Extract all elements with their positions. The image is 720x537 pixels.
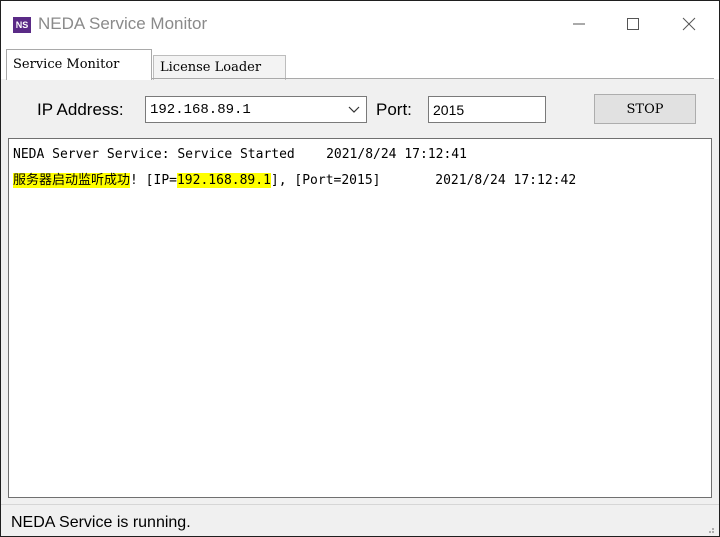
port-value: 2015 — [433, 102, 465, 118]
minimize-icon — [573, 23, 585, 25]
ip-address-value: 192.168.89.1 — [150, 102, 251, 118]
status-bar: NEDA Service is running. — [1, 504, 719, 536]
minimize-button[interactable] — [564, 11, 594, 37]
tab-license-loader[interactable]: License Loader — [153, 55, 286, 80]
tab-service-monitor[interactable]: Service Monitor — [6, 49, 152, 80]
ip-address-combobox[interactable]: 192.168.89.1 — [145, 96, 367, 123]
maximize-icon — [627, 18, 639, 30]
maximize-button[interactable] — [618, 11, 648, 37]
tab-label: License Loader — [160, 60, 262, 75]
log-text: ], [Port=2015] 2021/8/24 17:12:42 — [270, 173, 577, 188]
log-line: 服务器启动监听成功! [IP=192.168.89.1], [Port=2015… — [13, 169, 576, 188]
title-bar[interactable]: NS NEDA Service Monitor — [1, 1, 719, 45]
resize-grip-icon[interactable] — [705, 524, 715, 534]
log-text: ! [IP= — [130, 173, 177, 188]
app-window: NS NEDA Service Monitor Service Monitor … — [0, 0, 720, 537]
log-ip-highlight: 192.168.89.1 — [176, 173, 271, 188]
port-input[interactable]: 2015 — [428, 96, 546, 123]
window-title: NEDA Service Monitor — [38, 14, 208, 33]
status-text: NEDA Service is running. — [11, 514, 191, 531]
port-label: Port: — [376, 100, 412, 119]
log-line: NEDA Server Service: Service Started 202… — [13, 147, 467, 162]
close-icon — [682, 17, 696, 31]
tab-strip: Service Monitor License Loader — [1, 45, 719, 80]
app-icon: NS — [13, 17, 31, 33]
stop-button[interactable]: STOP — [594, 94, 696, 124]
chevron-down-icon[interactable] — [348, 105, 360, 115]
tab-label: Service Monitor — [13, 57, 120, 72]
log-message-highlight: 服务器启动监听成功 — [13, 173, 131, 188]
ip-address-label: IP Address: — [37, 100, 124, 119]
log-textarea[interactable]: NEDA Server Service: Service Started 202… — [8, 138, 712, 498]
close-button[interactable] — [674, 11, 704, 37]
